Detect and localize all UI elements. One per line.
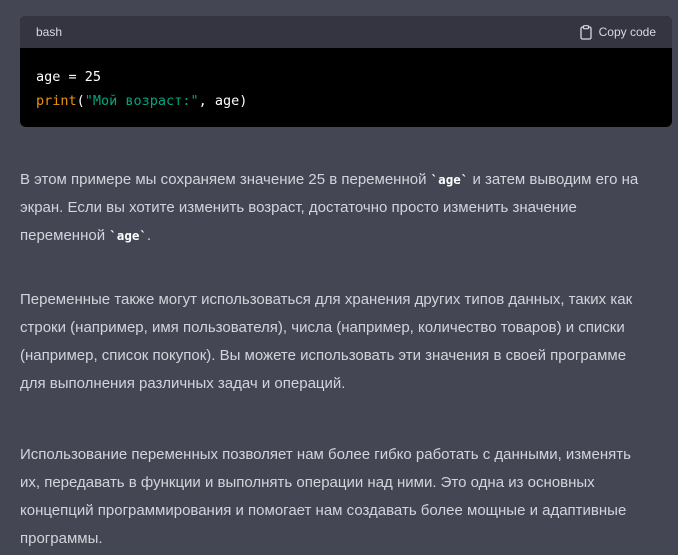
code-block: bash Copy code age = 25 print("Мой возрас…: [20, 16, 672, 127]
text: концепций программирования и помогает на…: [20, 502, 627, 519]
text: программы.: [20, 530, 103, 547]
paragraph-line: строки (например, имя пользователя), чис…: [20, 314, 670, 342]
text: (например, список покупок). Вы можете ис…: [20, 347, 627, 364]
paragraph: Переменные также могут использоваться дл…: [20, 286, 670, 398]
paragraph-line: переменной `age`.: [20, 222, 670, 250]
text: строки (например, имя пользователя), чис…: [20, 319, 625, 336]
code-block-header: bash Copy code: [20, 16, 672, 48]
paragraph-line: экран. Если вы хотите изменить возраст, …: [20, 194, 670, 222]
text: и затем выводим его на: [468, 171, 639, 188]
code-function: print: [36, 93, 77, 109]
paragraph-line: Переменные также могут использоваться дл…: [20, 286, 670, 314]
text: .: [146, 227, 152, 244]
inline-code: `age`: [109, 228, 147, 243]
paragraph-line: их, передавать в функции и выполнять опе…: [20, 469, 670, 497]
text: В этом примере мы сохраняем значение 25 …: [20, 171, 431, 188]
code-language-label: bash: [36, 25, 63, 39]
text: переменной: [20, 227, 110, 244]
paragraph: В этом примере мы сохраняем значение 25 …: [20, 166, 670, 250]
paragraph-line: концепций программирования и помогает на…: [20, 497, 670, 525]
paragraph: Использование переменных позволяет нам б…: [20, 441, 670, 553]
code-content: age = 25 print("Мой возраст:", age): [20, 48, 672, 113]
code-line: age = 25: [36, 69, 102, 85]
code-string: "Мой возраст:": [84, 93, 199, 109]
paragraph-line: Использование переменных позволяет нам б…: [20, 441, 670, 469]
paragraph-line: (например, список покупок). Вы можете ис…: [20, 342, 670, 370]
code-line: print("Мой возраст:", age): [36, 89, 656, 113]
text: экран. Если вы хотите изменить возраст, …: [20, 199, 577, 216]
copy-code-label: Copy code: [598, 25, 656, 39]
text: Использование переменных позволяет нам б…: [20, 446, 631, 463]
text: их, передавать в функции и выполнять опе…: [20, 474, 595, 491]
inline-code: `age`: [430, 172, 469, 187]
code-args: , age): [198, 93, 248, 109]
copy-code-button[interactable]: Copy code: [579, 24, 656, 40]
paragraph-line: для выполнения различных задач и операци…: [20, 370, 670, 398]
paragraph-line: программы.: [20, 525, 670, 553]
text: Переменные также могут использоваться дл…: [20, 291, 633, 308]
text: для выполнения различных задач и операци…: [20, 375, 346, 392]
paragraph-line: В этом примере мы сохраняем значение 25 …: [20, 166, 670, 194]
clipboard-icon: [579, 24, 592, 40]
code-paren: (: [76, 93, 85, 109]
